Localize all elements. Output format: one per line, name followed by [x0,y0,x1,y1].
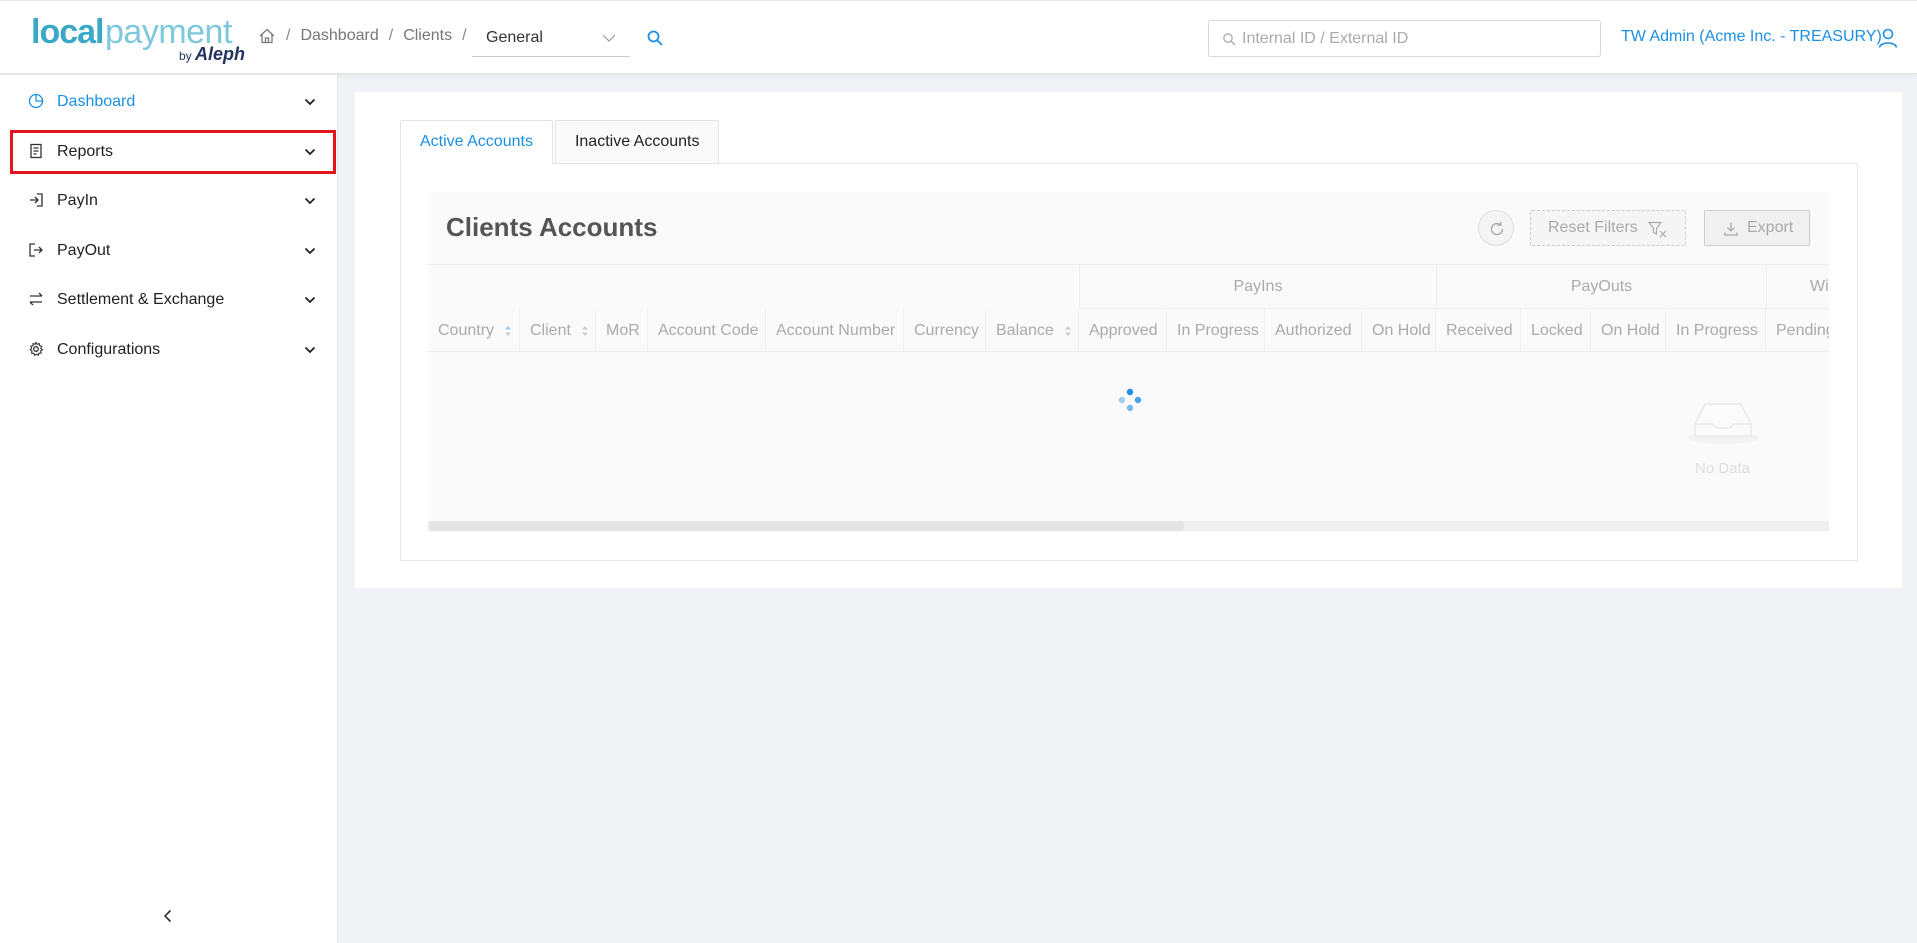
column-header-on-hold[interactable]: On Hold [1591,309,1666,353]
column-header-country[interactable]: Country [428,309,520,353]
empty-inbox-icon [1687,403,1759,444]
column-header-in-progress[interactable]: In Progress [1666,309,1766,353]
report-icon [30,143,42,159]
id-search-field[interactable] [1208,20,1601,57]
chevron-down-icon [304,98,316,106]
column-header-locked[interactable]: Locked [1521,309,1591,353]
view-select-value: General [486,29,543,46]
reset-filters-label: Reset Filters [1548,219,1638,236]
breadcrumb-separator: / [462,27,467,44]
sidebar-item-label: Dashboard [57,93,136,110]
group-header-row: PayIns PayOuts Wire [428,265,1829,309]
sidebar-item-label: PayIn [57,192,98,209]
group-header-wire: Wire [1766,265,1829,309]
logout-icon [29,243,43,257]
chevron-down-icon [304,197,316,205]
sort-icon [1065,325,1072,336]
sort-icon [505,325,512,336]
column-header-label: Client [530,322,571,339]
refresh-icon [1490,221,1504,236]
export-button[interactable]: Export [1704,210,1810,246]
swap-icon [29,292,43,306]
login-icon [30,193,43,207]
localpayment-logo[interactable]: local payment by Aleph [31,13,246,65]
search-icon [1223,33,1236,46]
column-header-approved[interactable]: Approved [1079,309,1167,353]
table-title: Clients Accounts [446,212,658,242]
table-header: PayIns PayOuts Wire Country Client MoR A… [428,264,1829,353]
horizontal-scrollbar[interactable] [428,521,1829,531]
loading-spinner-icon [1118,388,1142,412]
home-icon[interactable] [258,27,276,45]
column-header-authorized[interactable]: Authorized [1265,309,1362,353]
chevron-down-icon [304,247,316,255]
export-label: Export [1747,219,1794,236]
breadcrumb: / Dashboard / Clients / [258,27,477,45]
sidebar-item-label: PayOut [57,242,111,259]
sidebar-item-label: Settlement & Exchange [57,291,225,308]
download-icon [1724,222,1738,236]
breadcrumb-separator: / [388,27,394,44]
pie-chart-icon [28,93,44,109]
sidebar-item-payin[interactable]: PayIn [10,179,336,223]
collapse-sidebar-icon[interactable] [160,908,176,924]
sidebar-item-label: Configurations [57,341,161,358]
column-header-in-progress[interactable]: In Progress [1167,309,1265,353]
column-header-account-code[interactable]: Account Code [648,309,766,353]
column-header-label: Country [438,322,495,339]
column-header-row: Country Client MoR Account Code Account … [428,309,1829,353]
sidebar-item-settlement-exchange[interactable]: Settlement & Exchange [10,278,336,322]
search-icon[interactable] [646,29,664,47]
chevron-down-icon [304,296,316,304]
logo-by-text: by [179,49,192,63]
breadcrumb-separator: / [286,27,291,44]
sidebar-item-payout[interactable]: PayOut [10,229,336,273]
chevron-down-icon [304,148,316,156]
chevron-down-icon [304,346,316,354]
user-name[interactable]: TW Admin (Acme Inc. - TREASURY) [1621,28,1882,46]
id-search-input[interactable] [1242,27,1592,51]
view-select[interactable]: General [472,19,630,57]
column-header-mor[interactable]: MoR [596,309,648,353]
column-header-account-number[interactable]: Account Number [766,309,904,353]
reset-filters-button[interactable]: Reset Filters [1530,210,1686,246]
group-header-payins: PayIns [1079,265,1436,309]
account-tabs: Active Accounts Inactive Accounts [400,120,721,164]
group-header-payouts: PayOuts [1436,265,1766,309]
sidebar-item-configurations[interactable]: Configurations [10,328,336,372]
empty-state: No Data [1683,396,1773,477]
column-header-on-hold[interactable]: On Hold [1362,309,1436,353]
sort-icon [582,325,589,336]
column-header-pending[interactable]: Pending [1766,309,1829,353]
chevron-down-icon [602,34,616,42]
empty-state-label: No Data [1695,460,1751,477]
breadcrumb-dashboard[interactable]: Dashboard [300,27,378,45]
filter-clear-icon [1648,221,1667,238]
sidebar-item-dashboard[interactable]: Dashboard [10,80,336,124]
sidebar-item-label: Reports [57,143,114,160]
column-header-client[interactable]: Client [520,309,596,353]
sidebar-item-reports[interactable]: Reports [10,130,336,174]
clients-accounts-table: Clients Accounts Reset Filters Export Pa… [428,192,1829,532]
top-header: local payment by Aleph / Dashboard / Cli… [0,0,1917,74]
refresh-button[interactable] [1478,210,1514,246]
sidebar: Dashboard Reports PayIn PayOut Settlemen… [0,75,338,943]
tab-inactive-accounts[interactable]: Inactive Accounts [554,120,720,164]
column-header-currency[interactable]: Currency [904,309,986,353]
logo-local-text: local [31,13,104,51]
column-header-label: Balance [996,322,1054,339]
tab-active-accounts[interactable]: Active Accounts [400,120,553,164]
user-icon[interactable] [1877,27,1899,49]
logo-aleph-text: Aleph [195,44,246,64]
scrollbar-thumb[interactable] [428,521,1184,531]
gear-icon [29,341,44,357]
breadcrumb-clients[interactable]: Clients [403,27,452,45]
column-header-balance[interactable]: Balance [986,309,1079,353]
column-header-received[interactable]: Received [1436,309,1521,353]
